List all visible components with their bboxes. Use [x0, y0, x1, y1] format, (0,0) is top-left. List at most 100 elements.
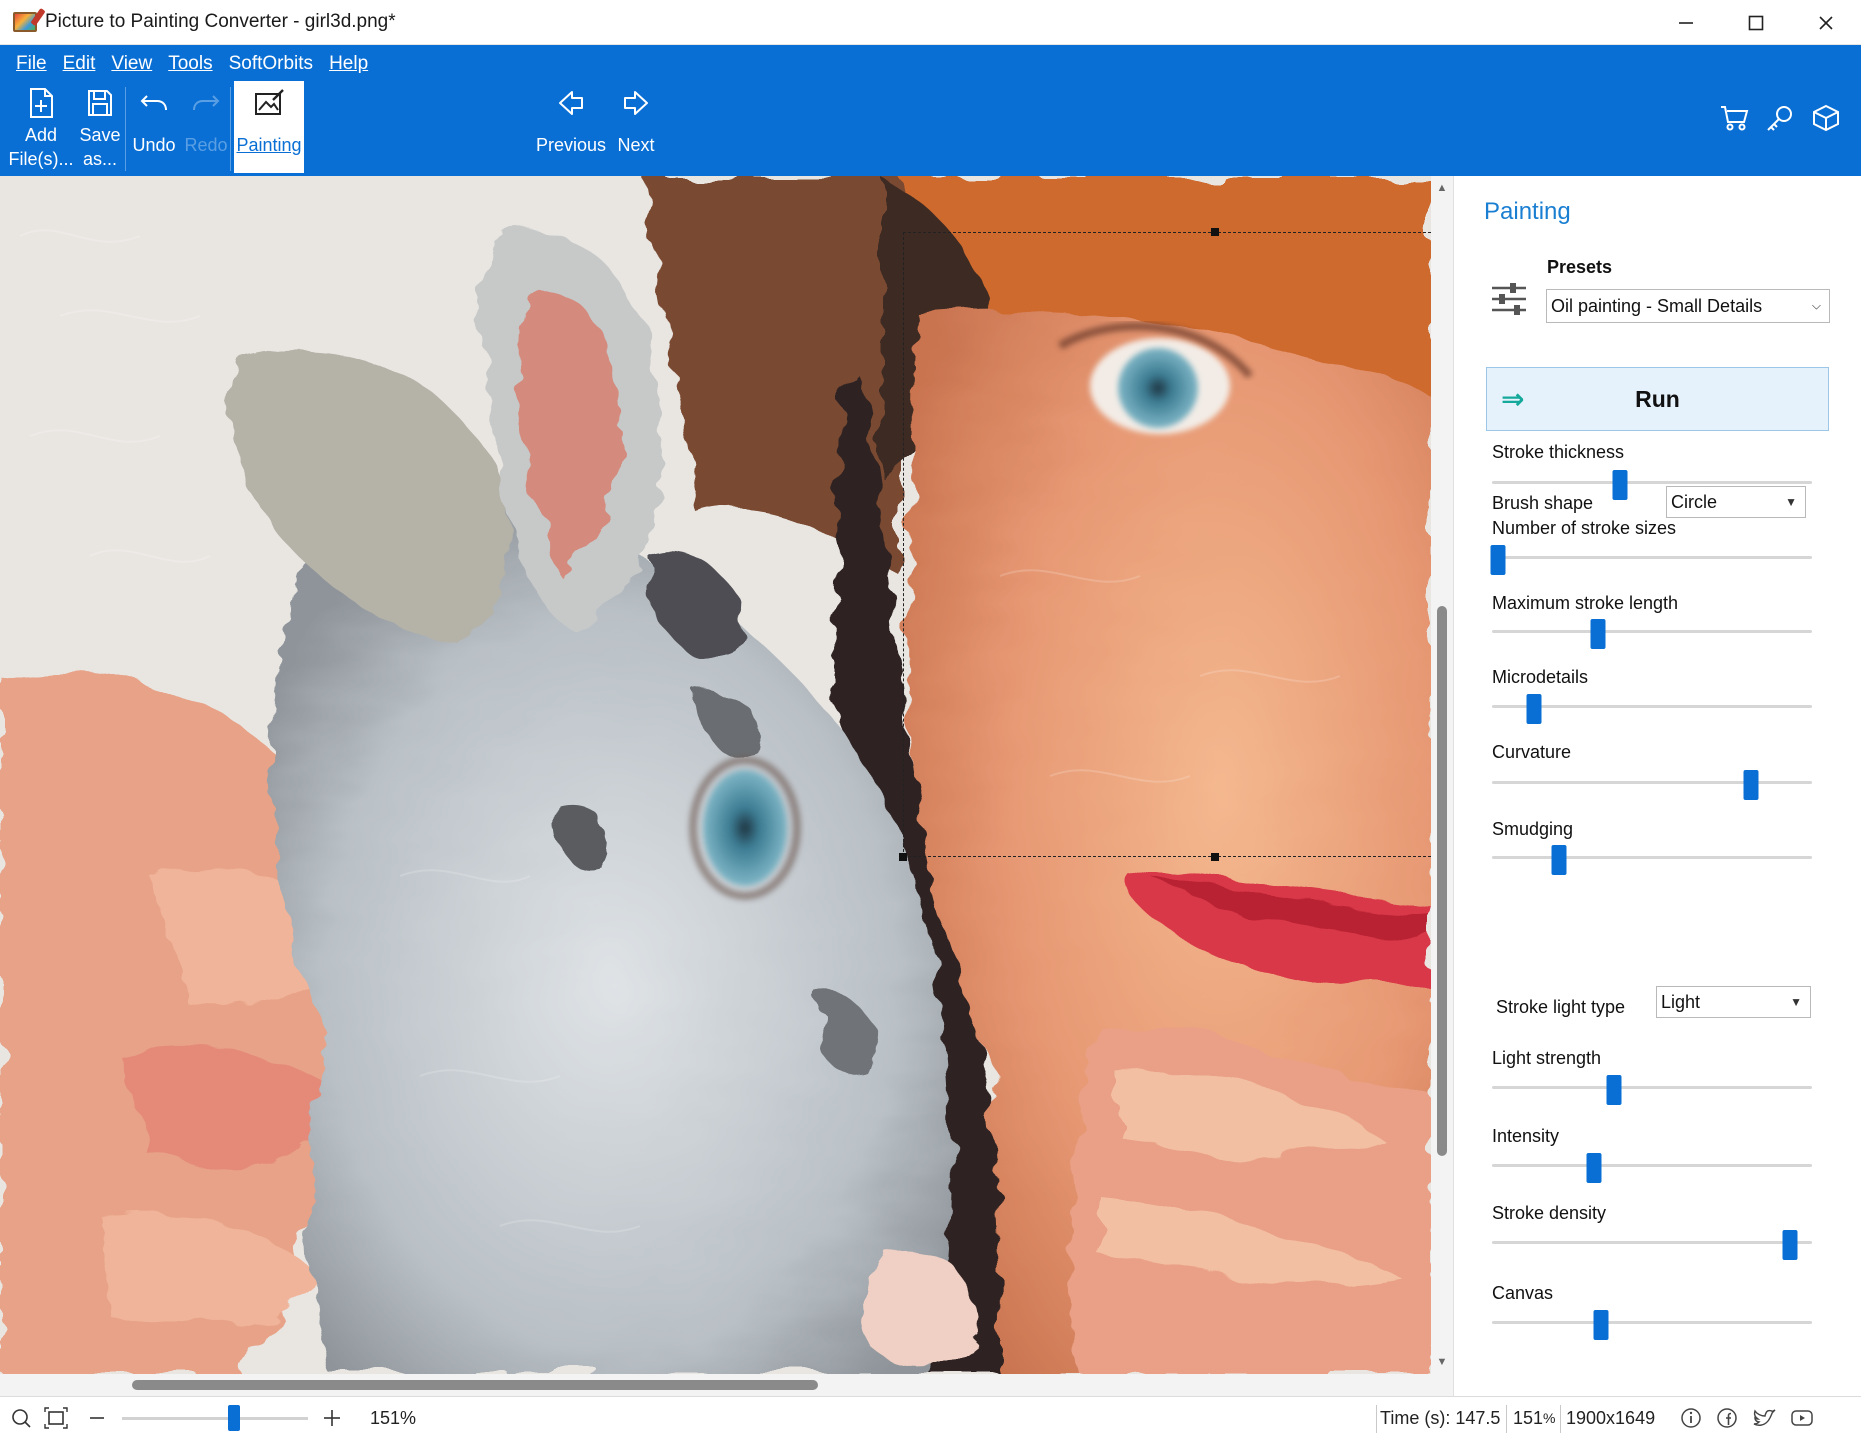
slider-label: Canvas: [1492, 1283, 1554, 1303]
zoom-in-icon[interactable]: [10, 1397, 32, 1438]
menu-edit[interactable]: Edit: [55, 51, 104, 77]
sliders-icon: [1490, 280, 1528, 318]
menu-softorbits[interactable]: SoftOrbits: [221, 51, 321, 77]
menu-file[interactable]: File: [8, 51, 55, 77]
run-label: Run: [1635, 385, 1680, 412]
param-slider[interactable]: [1492, 1075, 1812, 1105]
horizontal-scrollbar[interactable]: [0, 1374, 1453, 1396]
stroke-light-type-dropdown[interactable]: Light ▼: [1656, 986, 1811, 1018]
undo-button[interactable]: Undo: [128, 81, 180, 173]
painting-tab[interactable]: Painting: [234, 81, 304, 173]
maximize-button[interactable]: [1721, 0, 1791, 45]
ribbon: File Edit View Tools SoftOrbits Help Add…: [0, 45, 1861, 176]
slider-knob[interactable]: [1586, 1153, 1602, 1183]
param-slider[interactable]: [1490, 545, 1812, 575]
painting-icon: [249, 83, 289, 123]
slider-label: Curvature: [1492, 742, 1572, 762]
save-label-1: Save: [79, 125, 121, 145]
zoom-slider[interactable]: [122, 1397, 308, 1438]
youtube-icon[interactable]: [1790, 1397, 1814, 1438]
previous-label: Previous: [535, 135, 607, 155]
param-slider[interactable]: [1492, 619, 1812, 649]
toolbar-separator: [230, 87, 231, 171]
facebook-icon[interactable]: [1716, 1397, 1738, 1438]
caret-down-icon: ▼: [1785, 495, 1797, 509]
slider-label: Stroke thickness: [1492, 442, 1625, 462]
add-label-1: Add: [24, 125, 58, 145]
slider-knob[interactable]: [1612, 470, 1628, 500]
presets-label: Presets: [1547, 257, 1613, 277]
save-label-2: as...: [82, 149, 117, 169]
slider-track: [1492, 1321, 1812, 1324]
twitter-icon[interactable]: [1752, 1397, 1776, 1438]
add-files-button[interactable]: Add File(s)...: [9, 81, 74, 173]
slider-label: Light strength: [1492, 1048, 1602, 1068]
param-slider[interactable]: [1492, 1230, 1812, 1260]
undo-label: Undo: [132, 135, 176, 155]
minimize-button[interactable]: [1651, 0, 1721, 45]
param-slider[interactable]: [1492, 845, 1812, 875]
vertical-scrollbar[interactable]: ▲ ▼: [1431, 176, 1453, 1374]
arrow-left-icon: [551, 83, 591, 123]
slider-knob[interactable]: [1590, 619, 1606, 649]
status-bar: 151% Time (s): 147.5 151% 1900x1649: [0, 1396, 1861, 1438]
selection-handle[interactable]: [1211, 228, 1219, 236]
painting-label: Painting: [236, 135, 302, 155]
previous-button[interactable]: Previous: [535, 81, 607, 173]
zoom-out-icon[interactable]: [88, 1397, 106, 1438]
slider-knob[interactable]: [1593, 1310, 1609, 1340]
next-button[interactable]: Next: [612, 81, 660, 173]
save-as-button[interactable]: Save as...: [72, 81, 128, 173]
zoom-short-value: 151: [1513, 1407, 1544, 1428]
menu-view[interactable]: View: [103, 51, 160, 77]
menu-tools[interactable]: Tools: [160, 51, 220, 77]
run-arrow-icon: ⇒: [1501, 383, 1525, 415]
horizontal-scroll-thumb[interactable]: [132, 1380, 818, 1390]
slider-knob[interactable]: [1526, 694, 1542, 724]
cart-icon[interactable]: [1719, 101, 1749, 135]
slider-knob[interactable]: [1490, 545, 1506, 575]
param-slider[interactable]: [1492, 1153, 1812, 1183]
selection-rectangle[interactable]: [903, 232, 1431, 857]
maximize-icon: [1748, 15, 1764, 30]
info-icon[interactable]: [1680, 1397, 1702, 1438]
vertical-scroll-thumb[interactable]: [1437, 606, 1447, 1156]
status-separator: [1376, 1405, 1377, 1433]
image-canvas[interactable]: [0, 176, 1431, 1374]
param-slider[interactable]: [1492, 470, 1812, 500]
menu-softorbits-label: SoftOrbits: [228, 53, 314, 74]
selection-handle[interactable]: [1211, 853, 1219, 861]
key-icon[interactable]: [1765, 101, 1795, 135]
box-icon[interactable]: [1811, 101, 1841, 135]
run-button[interactable]: ⇒ Run: [1486, 367, 1829, 431]
menu-tools-label: Tools: [168, 53, 213, 74]
slider-knob[interactable]: [1551, 845, 1567, 875]
slider-knob[interactable]: [1782, 1230, 1798, 1260]
zoom-short: 151%: [1513, 1397, 1556, 1438]
slider-knob[interactable]: [1606, 1075, 1622, 1105]
selection-handle[interactable]: [899, 853, 907, 861]
close-button[interactable]: [1791, 0, 1861, 45]
presets-value: Oil painting - Small Details: [1551, 295, 1763, 316]
toolbar-right-icons: [1719, 101, 1841, 135]
zoom-slider-knob[interactable]: [227, 1405, 240, 1431]
slider-knob[interactable]: [1743, 770, 1759, 800]
param-slider[interactable]: [1492, 1310, 1812, 1340]
redo-label: Redo: [184, 135, 228, 155]
menu-help[interactable]: Help: [321, 51, 376, 77]
zoom-plus-icon[interactable]: [322, 1397, 342, 1438]
scroll-down-icon[interactable]: ▼: [1436, 1356, 1448, 1368]
menu-help-label: Help: [329, 53, 369, 74]
redo-icon: [186, 83, 226, 123]
slider-track: [1492, 1241, 1812, 1244]
fit-to-window-icon[interactable]: [44, 1397, 68, 1438]
slider-label: Number of stroke sizes: [1492, 518, 1677, 538]
param-slider[interactable]: [1492, 694, 1812, 724]
window-controls: [1651, 0, 1861, 45]
scroll-up-icon[interactable]: ▲: [1436, 182, 1448, 194]
close-icon: [1819, 15, 1833, 30]
param-slider[interactable]: [1492, 770, 1812, 800]
presets-dropdown[interactable]: Oil painting - Small Details ⌵: [1546, 289, 1830, 323]
redo-button[interactable]: Redo: [182, 81, 230, 173]
slider-track: [1492, 856, 1812, 859]
